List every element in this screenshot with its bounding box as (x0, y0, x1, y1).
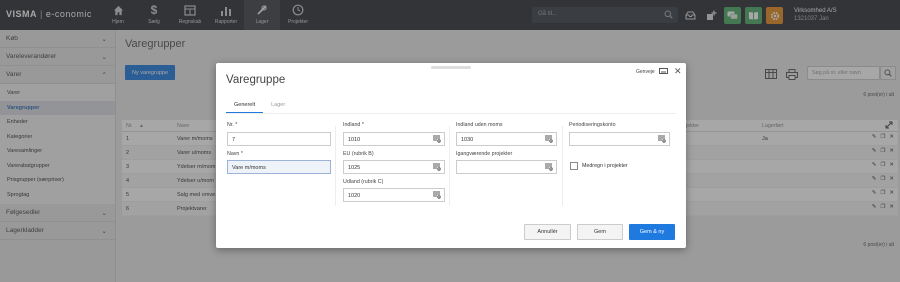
indland-field[interactable]: 1010 (343, 132, 445, 146)
indland-value: 1010 (348, 137, 361, 143)
cancel-button[interactable]: Annullér (524, 224, 571, 240)
account-lookup-icon[interactable] (432, 135, 441, 145)
account-lookup-icon[interactable] (544, 135, 553, 145)
item-group-dialog: Varegruppe Genveje ✕ Generelt Lager Nr. … (216, 63, 686, 248)
indland-uden-moms-value: 1030 (461, 137, 474, 143)
nr-label: Nr. * (227, 122, 238, 128)
save-button[interactable]: Gem (577, 224, 623, 240)
igangvaerende-field[interactable] (456, 160, 557, 174)
dialog-title: Varegruppe (226, 74, 286, 86)
indland-uden-moms-field[interactable]: 1030 (456, 132, 557, 146)
column-divider (562, 126, 563, 206)
indland-label: Indland * (343, 122, 364, 128)
shortcuts-label: Genveje (636, 69, 655, 75)
account-lookup-icon[interactable] (432, 163, 441, 173)
udland-value: 1020 (348, 193, 361, 199)
navn-label: Navn * (227, 151, 243, 157)
account-lookup-icon[interactable] (432, 191, 441, 201)
column-divider (449, 126, 450, 206)
igangvaerende-label: Igangværende projekter (456, 151, 513, 157)
account-lookup-icon[interactable] (544, 163, 553, 173)
periodisering-label: Periodiseringskonto (569, 122, 616, 128)
eu-field[interactable]: 1025 (343, 160, 445, 174)
keyboard-icon (658, 68, 668, 76)
save-and-new-button[interactable]: Gem & ny (629, 224, 675, 240)
eu-value: 1025 (348, 165, 361, 171)
nr-field[interactable]: 7 (227, 132, 331, 146)
account-lookup-icon[interactable] (657, 135, 666, 145)
navn-field[interactable]: Vare m/moms (227, 160, 331, 174)
dialog-drag-handle[interactable] (431, 66, 471, 69)
indland-uden-moms-label: Indland uden moms (456, 122, 503, 128)
tab-lager[interactable]: Lager (263, 98, 293, 114)
close-icon[interactable]: ✕ (674, 66, 682, 77)
shortcuts-link[interactable]: Genveje (636, 68, 668, 76)
column-divider (335, 126, 336, 206)
tabs-divider (226, 113, 676, 114)
udland-field[interactable]: 1020 (343, 188, 445, 202)
udland-label: Udland (rubrik C) (343, 179, 384, 185)
tab-generelt[interactable]: Generelt (226, 98, 264, 114)
eu-label: EU (rubrik B) (343, 151, 374, 157)
periodisering-field[interactable] (569, 132, 670, 146)
medregn-label: Medregn i projekter (582, 163, 628, 169)
dialog-tabs: Generelt Lager (226, 98, 293, 114)
medregn-checkbox[interactable] (570, 162, 578, 170)
